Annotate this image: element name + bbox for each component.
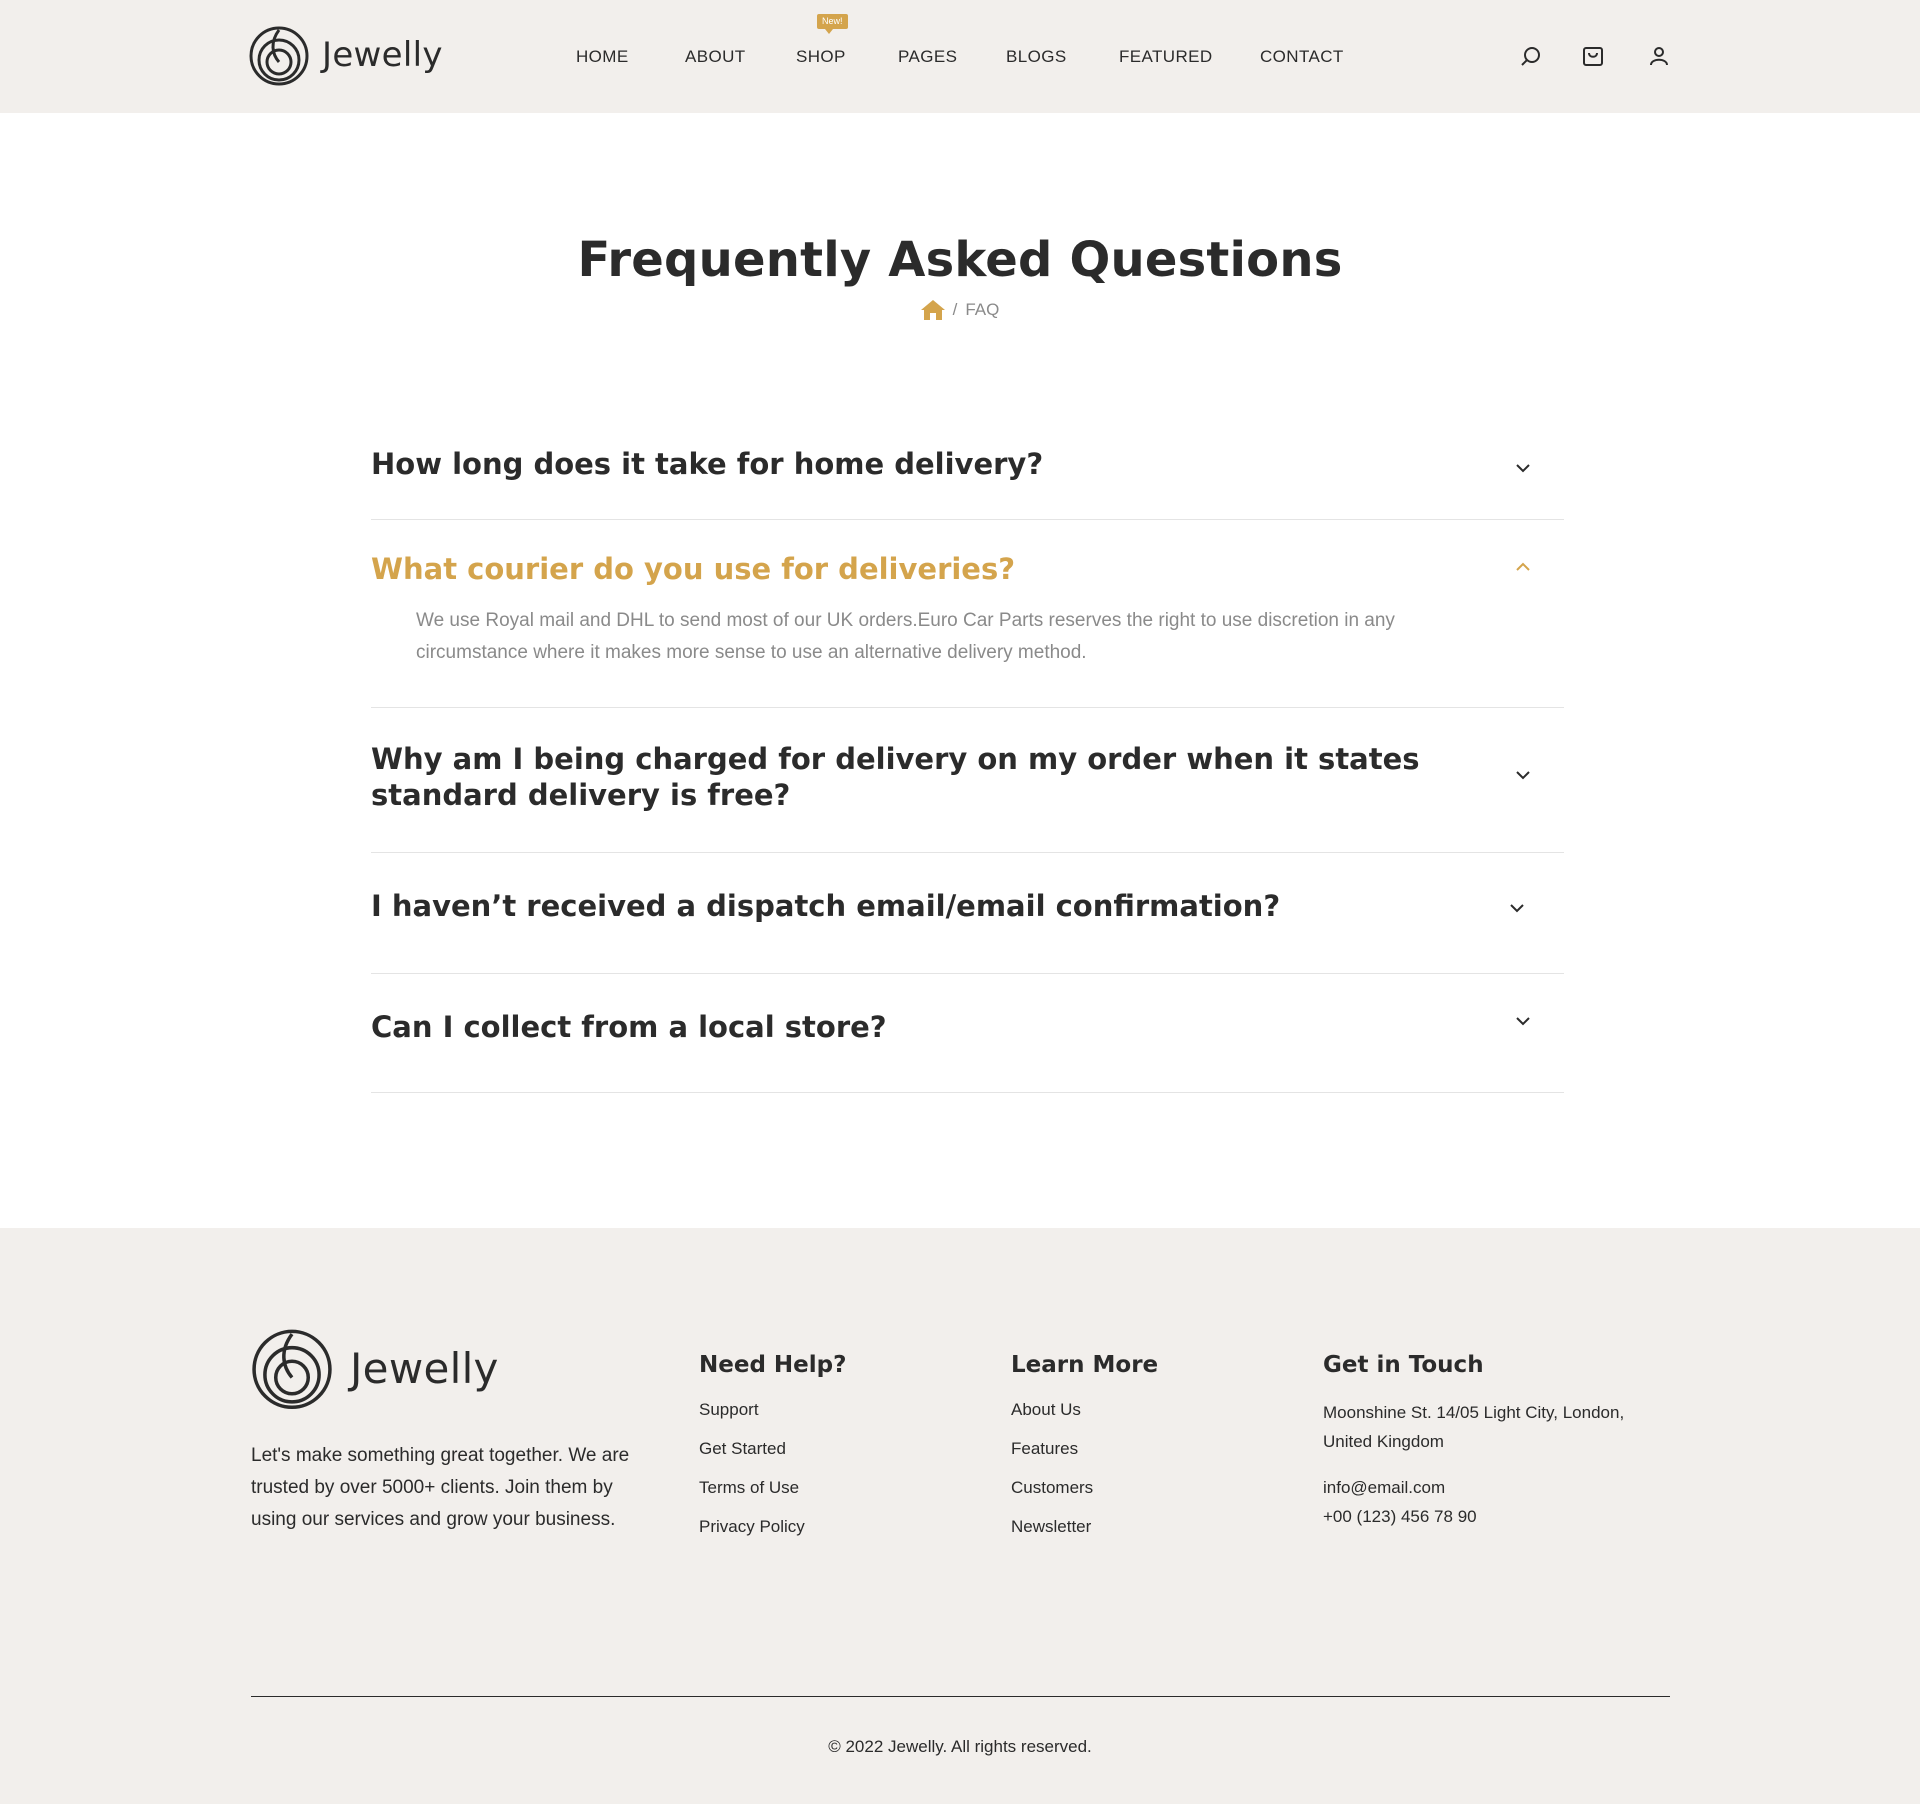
faq-item: How long does it take for home delivery? [371, 420, 1564, 520]
footer-link-about-us[interactable]: About Us [1011, 1400, 1081, 1420]
footer-address-line2: United Kingdom [1323, 1432, 1444, 1451]
footer-description: Let's make something great together. We … [251, 1445, 630, 1530]
chevron-down-icon[interactable] [1513, 1011, 1533, 1031]
faq-question[interactable]: Why am I being charged for delivery on m… [371, 741, 1421, 813]
cart-icon[interactable] [1581, 44, 1605, 68]
footer-logo[interactable]: Jewelly [250, 1324, 499, 1412]
user-icon[interactable] [1647, 44, 1671, 68]
chevron-up-icon[interactable] [1513, 557, 1533, 577]
footer-link-customers[interactable]: Customers [1011, 1478, 1093, 1498]
breadcrumb: / FAQ [0, 300, 1920, 320]
faq-answer: We use Royal mail and DHL to send most o… [416, 610, 1395, 663]
footer-link-privacy[interactable]: Privacy Policy [699, 1517, 805, 1537]
logo-wordmark: Jewelly [350, 1343, 499, 1393]
learn-more-title: Learn More [1011, 1352, 1159, 1378]
chevron-down-icon[interactable] [1513, 765, 1533, 785]
footer-email[interactable]: info@email.com [1323, 1473, 1445, 1502]
search-icon[interactable] [1519, 44, 1543, 68]
footer-divider [251, 1696, 1670, 1697]
get-in-touch-title: Get in Touch [1323, 1352, 1484, 1378]
logo-spiral-icon [250, 1324, 334, 1412]
faq-item: Can I collect from a local store? [371, 975, 1564, 1093]
nav-home[interactable]: HOME [576, 47, 629, 67]
faq-item: What courier do you use for deliveries? … [371, 521, 1564, 708]
footer-link-support[interactable]: Support [699, 1400, 759, 1420]
breadcrumb-separator: / [952, 300, 958, 319]
footer-link-features[interactable]: Features [1011, 1439, 1078, 1459]
site-header: Jewelly HOME ABOUT New! SHOP PAGES BLOGS… [0, 0, 1920, 113]
site-footer: Jewelly Let's make something great toget… [0, 1228, 1920, 1804]
nav-contact[interactable]: CONTACT [1260, 47, 1344, 67]
nav-pages[interactable]: PAGES [898, 47, 957, 67]
footer-link-get-started[interactable]: Get Started [699, 1439, 786, 1459]
main-nav: HOME ABOUT New! SHOP PAGES BLOGS FEATURE… [0, 0, 1920, 113]
faq-question-active[interactable]: What courier do you use for deliveries? [371, 551, 1015, 587]
faq-question[interactable]: Can I collect from a local store? [371, 1009, 887, 1045]
page-title: Frequently Asked Questions [577, 232, 1343, 288]
chevron-down-icon[interactable] [1507, 898, 1527, 918]
home-icon[interactable] [920, 300, 945, 320]
footer-address-line1: Moonshine St. 14/05 Light City, London, [1323, 1403, 1625, 1422]
need-help-title: Need Help? [699, 1352, 847, 1378]
nav-about[interactable]: ABOUT [685, 47, 746, 67]
faq-question[interactable]: I haven’t received a dispatch email/emai… [371, 888, 1280, 924]
footer-link-newsletter[interactable]: Newsletter [1011, 1517, 1091, 1537]
breadcrumb-current: FAQ [965, 300, 1000, 319]
nav-featured[interactable]: FEATURED [1119, 47, 1213, 67]
faq-item: Why am I being charged for delivery on m… [371, 709, 1564, 853]
faq-question[interactable]: How long does it take for home delivery? [371, 446, 1043, 482]
chevron-down-icon[interactable] [1513, 458, 1533, 478]
copyright: © 2022 Jewelly. All rights reserved. [828, 1737, 1092, 1756]
faq-item: I haven’t received a dispatch email/emai… [371, 854, 1564, 974]
footer-link-terms[interactable]: Terms of Use [699, 1478, 799, 1498]
footer-phone: +00 (123) 456 78 90 [1323, 1507, 1477, 1526]
nav-shop[interactable]: SHOP [796, 47, 846, 67]
new-badge: New! [817, 14, 848, 34]
nav-blogs[interactable]: BLOGS [1006, 47, 1067, 67]
